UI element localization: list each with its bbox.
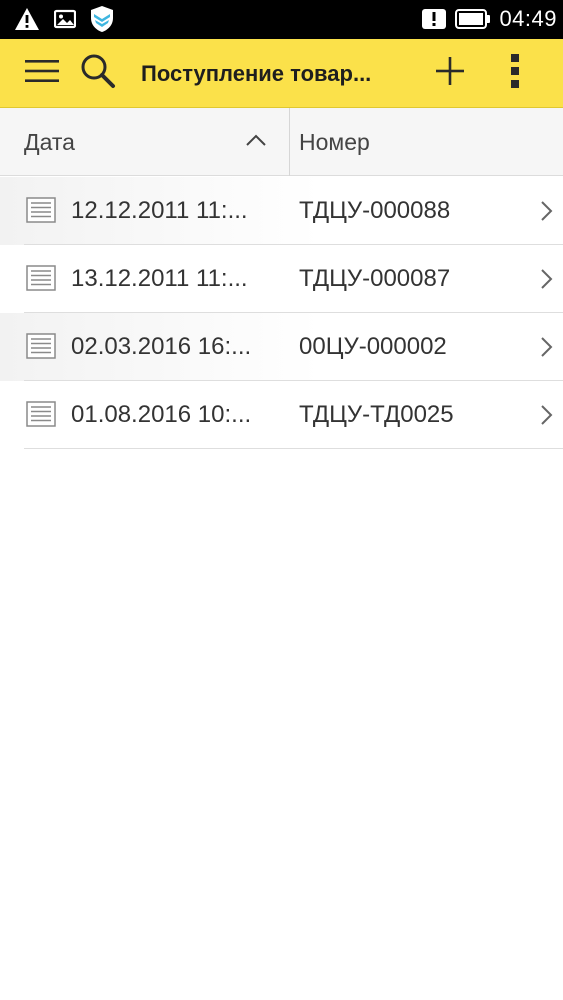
table-row[interactable]: 01.08.2016 10:... ТДЦУ-ТД0025 [0,381,563,449]
chevron-right-icon [539,267,553,296]
search-icon [80,53,116,94]
plus-icon [434,55,466,92]
document-icon [26,333,56,364]
table-row[interactable]: 13.12.2011 11:... ТДЦУ-000087 [0,245,563,313]
document-icon [26,265,56,296]
more-vertical-icon [509,53,521,94]
row-date: 02.03.2016 16:... [71,333,252,360]
table-row[interactable]: 12.12.2011 11:... ТДЦУ-000088 [0,177,563,245]
chevron-right-icon [539,335,553,364]
column-date-label: Дата [24,129,75,155]
document-list: 12.12.2011 11:... ТДЦУ-000088 13.12.2011… [0,177,563,449]
document-icon [26,197,56,228]
image-icon [54,9,76,29]
row-number: 00ЦУ-000002 [299,333,447,360]
status-bar-left [14,6,114,32]
warning-icon [14,7,40,31]
chevron-up-icon [244,132,268,153]
battery-icon [455,8,491,30]
row-date: 13.12.2011 11:... [71,265,248,292]
document-icon [26,401,56,432]
menu-button[interactable] [18,39,66,108]
row-number: ТДЦУ-ТД0025 [299,401,454,428]
alert-icon [421,8,447,30]
row-date: 01.08.2016 10:... [71,401,252,428]
status-bar: 04:49 [0,0,563,39]
chevron-right-icon [539,403,553,432]
row-date: 12.12.2011 11:... [71,197,248,224]
column-header-date[interactable]: Дата [0,108,289,176]
chevron-right-icon [539,199,553,228]
row-number: ТДЦУ-000088 [299,197,451,224]
table-row[interactable]: 02.03.2016 16:... 00ЦУ-000002 [0,313,563,381]
more-options-button[interactable] [492,39,538,108]
column-header-number[interactable]: Номер [290,108,563,176]
app-bar: Поступление товар... [0,39,563,108]
menu-icon [24,57,60,90]
clock: 04:49 [499,6,557,31]
page-title: Поступление товар... [141,61,372,86]
row-number: ТДЦУ-000087 [299,265,451,292]
column-number-label: Номер [299,129,370,155]
add-button[interactable] [426,39,474,108]
shield-icon [90,5,114,33]
search-button[interactable] [76,39,120,108]
column-header: Дата Номер [0,108,563,176]
status-bar-right: 04:49 [421,6,557,32]
